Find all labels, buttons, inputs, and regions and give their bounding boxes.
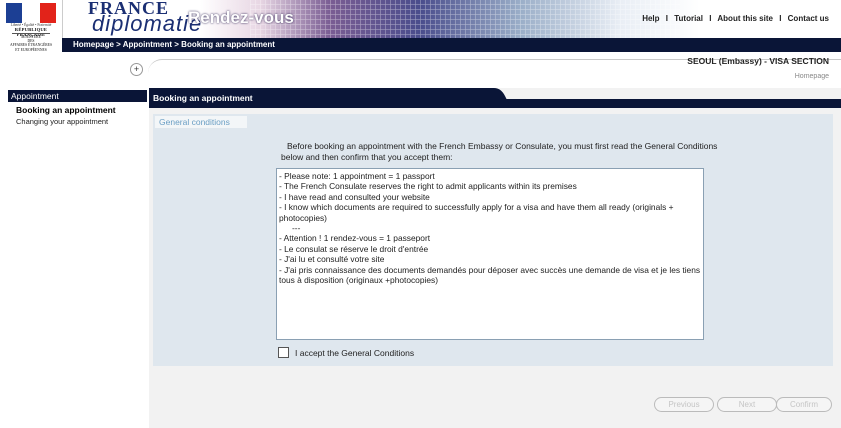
expand-button[interactable]: + bbox=[130, 63, 143, 76]
tab-label: Booking an appointment bbox=[153, 93, 253, 103]
contact-link[interactable]: Contact us bbox=[788, 14, 829, 23]
terms-line: - I know which documents are required to… bbox=[279, 202, 674, 223]
banner-decoration bbox=[250, 0, 680, 38]
general-conditions-tab: General conditions bbox=[155, 116, 247, 128]
top-links: Help I Tutorial I About this site I Cont… bbox=[642, 14, 829, 23]
terms-line: - Please note: 1 appointment = 1 passpor… bbox=[279, 171, 435, 181]
tab-booking: Booking an appointment bbox=[149, 88, 509, 108]
general-conditions-panel: General conditions Before booking an app… bbox=[153, 114, 833, 366]
accept-checkbox[interactable] bbox=[278, 347, 289, 358]
french-flag-icon bbox=[6, 3, 56, 23]
terms-line: - J'ai pris connaissance des documents d… bbox=[279, 264, 701, 286]
logo-divider bbox=[12, 33, 50, 34]
sidebar-item-booking[interactable]: Booking an appointment bbox=[8, 102, 147, 115]
link-separator: I bbox=[709, 14, 712, 23]
about-link[interactable]: About this site bbox=[717, 14, 773, 23]
sidebar-heading: Appointment bbox=[8, 90, 147, 102]
logo-ministry-line: ET EUROPÉENNES bbox=[15, 47, 47, 52]
app-title: Rendez-vous bbox=[188, 8, 294, 27]
republique-francaise-logo[interactable]: Liberté • Égalité • Fraternité RÉPUBLIQU… bbox=[0, 0, 63, 52]
section-label: SEOUL (Embassy) - VISA SECTION bbox=[687, 56, 829, 66]
logo-ministry: MINISTÈRE DES AFFAIRES ÉTRANGÈRES ET EUR… bbox=[0, 35, 62, 52]
terms-line: - Le consulat se réserve le droit d'entr… bbox=[279, 243, 429, 254]
next-button[interactable]: Next bbox=[717, 397, 777, 412]
link-separator: I bbox=[779, 14, 782, 23]
help-link[interactable]: Help bbox=[642, 14, 659, 23]
terms-line: - I have read and consulted your website bbox=[279, 191, 430, 202]
accept-label[interactable]: I accept the General Conditions bbox=[295, 348, 414, 358]
terms-line: - J'ai lu et consulté votre site bbox=[279, 254, 385, 265]
terms-line: - Attention ! 1 rendez-vous = 1 passepor… bbox=[279, 233, 431, 244]
sidebar: Appointment Booking an appointment Chang… bbox=[8, 90, 147, 126]
terms-line: - The French Consulate reserves the righ… bbox=[279, 181, 577, 192]
brand-diplomatie: diplomatie bbox=[92, 11, 203, 36]
breadcrumb-bar: Homepage > Appointment > Booking an appo… bbox=[62, 38, 841, 52]
tab-bar: Booking an appointment bbox=[149, 88, 841, 108]
terms-textarea[interactable]: - Please note: 1 appointment = 1 passpor… bbox=[276, 168, 704, 340]
confirm-button[interactable]: Confirm bbox=[776, 397, 832, 412]
sidebar-item-changing[interactable]: Changing your appointment bbox=[8, 115, 147, 126]
link-separator: I bbox=[665, 14, 668, 23]
accept-row: I accept the General Conditions bbox=[278, 347, 414, 358]
intro-text: Before booking an appointment with the F… bbox=[281, 141, 718, 162]
tutorial-link[interactable]: Tutorial bbox=[674, 14, 703, 23]
homepage-link[interactable]: Homepage bbox=[795, 73, 829, 80]
main-panel: Booking an appointment General condition… bbox=[149, 88, 841, 428]
breadcrumb[interactable]: Homepage > Appointment > Booking an appo… bbox=[73, 40, 275, 49]
terms-separator: --- bbox=[292, 223, 301, 234]
previous-button[interactable]: Previous bbox=[654, 397, 714, 412]
